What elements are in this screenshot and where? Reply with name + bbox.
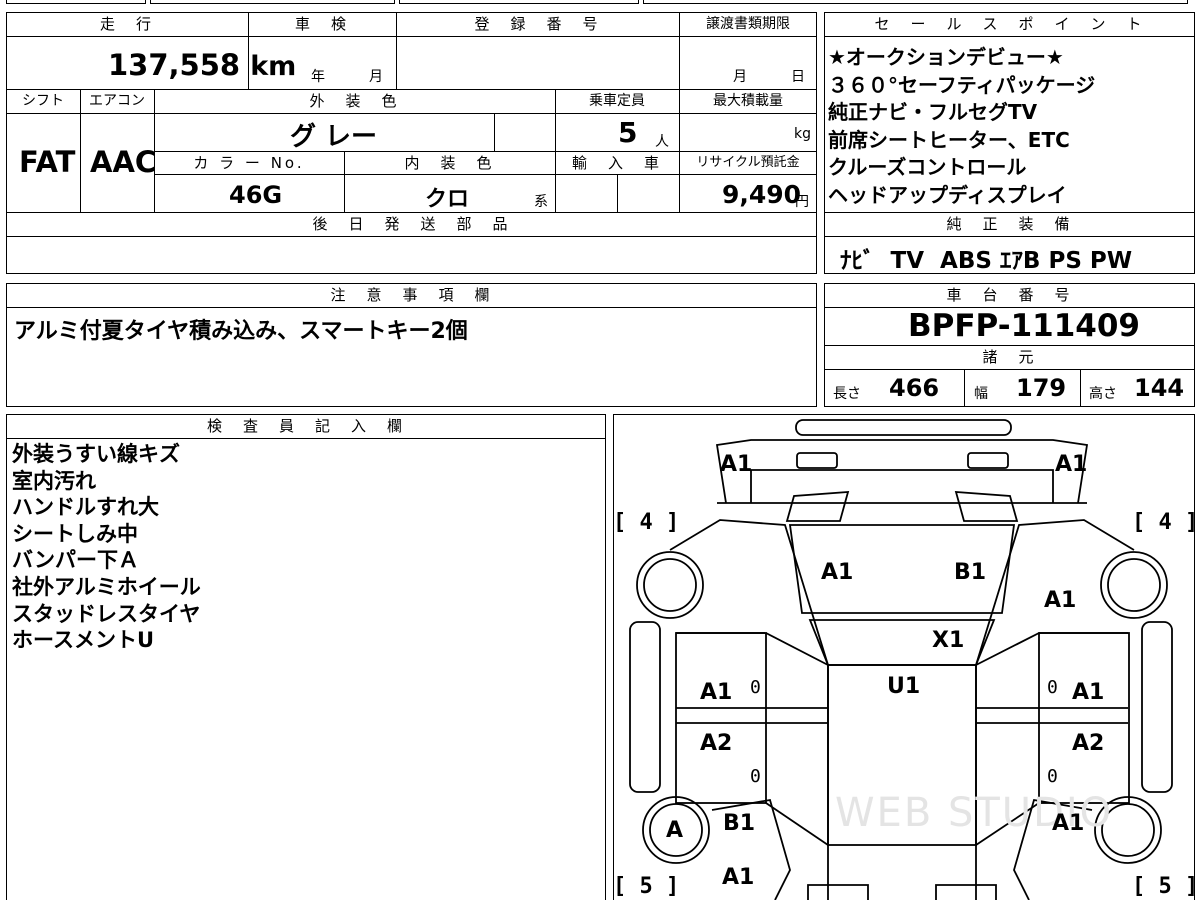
damage-rear-fender-left: B1 [723, 811, 756, 836]
damage-front-right: A1 [1055, 452, 1088, 477]
door-tick: 0 [1047, 766, 1058, 787]
door-tick: 0 [750, 677, 761, 698]
damage-front-door-left: A1 [700, 680, 733, 705]
door-tick: 0 [750, 766, 761, 787]
door-tick: 0 [1047, 677, 1058, 698]
car-diagram [629, 419, 1173, 900]
damage-rear-wheel-left: A [666, 818, 684, 843]
damage-roof: U1 [887, 674, 921, 699]
damage-hood-right: B1 [954, 560, 987, 585]
damage-rear-door-right: A2 [1072, 731, 1105, 756]
damage-fender-right: A1 [1044, 588, 1077, 613]
damage-windshield: X1 [932, 628, 965, 653]
tire-tread-rear-left: [ 5 ] [613, 874, 680, 899]
tire-tread-front-left: [ 4 ] [613, 510, 680, 535]
damage-hood-left: A1 [821, 560, 854, 585]
tire-tread-front-right: [ 4 ] [1132, 510, 1199, 535]
damage-rear-left: A1 [722, 865, 755, 890]
damage-rear-fender-right: A1 [1052, 811, 1085, 836]
damage-rear-door-left: A2 [700, 731, 733, 756]
damage-front-door-right: A1 [1072, 680, 1105, 705]
tire-tread-rear-right: [ 5 ] [1132, 874, 1199, 899]
damage-front-left: A1 [720, 452, 753, 477]
